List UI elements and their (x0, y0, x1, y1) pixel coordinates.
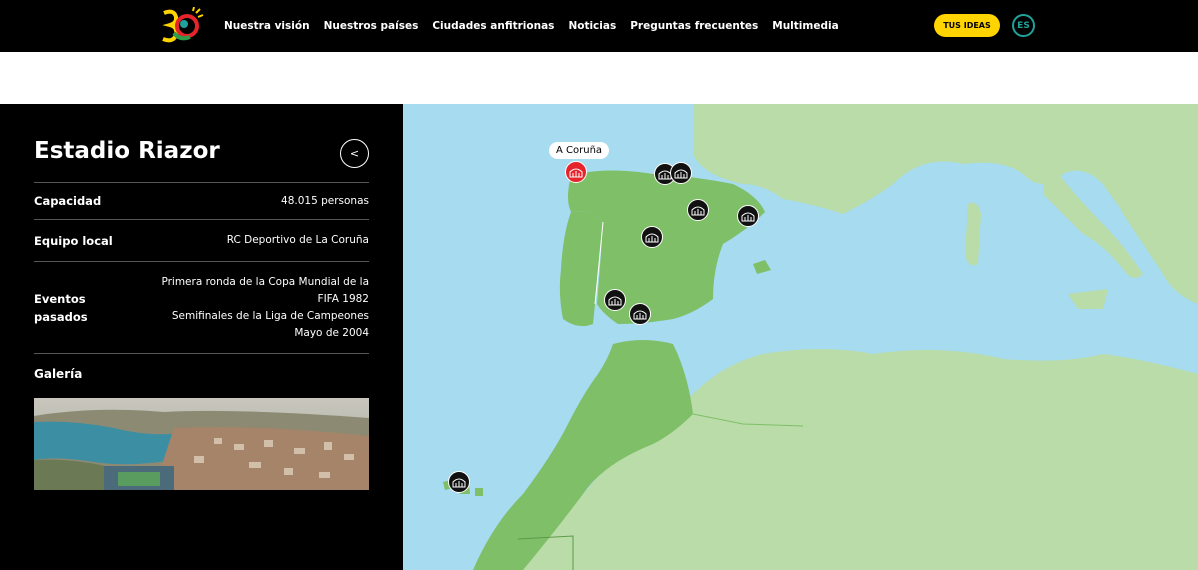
past-event-item: Semifinales de la Liga de Campeones Mayo… (171, 309, 369, 339)
stadium-pin[interactable] (604, 289, 626, 311)
top-nav-bar: Nuestra visión Nuestros países Ciudades … (0, 0, 1198, 52)
stadium-pin-a-coruna[interactable] (565, 161, 587, 183)
stadium-pin[interactable] (629, 303, 651, 325)
nav-preguntas-frecuentes[interactable]: Preguntas frecuentes (630, 20, 758, 32)
gallery-title: Galería (34, 367, 83, 381)
nav-noticias[interactable]: Noticias (568, 20, 616, 32)
selected-city-label: A Coruña (549, 142, 610, 159)
tus-ideas-button[interactable]: TUS IDEAS (934, 14, 1000, 37)
nav-nuestra-vision[interactable]: Nuestra visión (224, 20, 310, 32)
stadium-pin[interactable] (448, 471, 470, 493)
past-event-item: Primera ronda de la Copa Mundial de la F… (161, 275, 369, 305)
back-button[interactable]: < (340, 139, 369, 168)
capacity-row: Capacidad 48.015 personas (34, 182, 369, 220)
past-events-label: Eventos pasados (34, 291, 88, 324)
language-button[interactable]: ES (1012, 14, 1035, 37)
spacer-band (0, 52, 1198, 104)
nav-multimedia[interactable]: Multimedia (772, 20, 838, 32)
past-events-list: Primera ronda de la Copa Mundial de la F… (149, 274, 369, 342)
stadium-title: Estadio Riazor (34, 138, 220, 164)
stadium-pin[interactable] (687, 199, 709, 221)
capacity-value: 48.015 personas (281, 194, 369, 207)
map-svg (443, 104, 1198, 570)
logo[interactable] (160, 6, 204, 45)
home-team-label: Equipo local (34, 233, 113, 248)
stadium-pin[interactable] (670, 162, 692, 184)
stadium-info-panel: Estadio Riazor < Capacidad 48.015 person… (0, 104, 403, 570)
home-team-value: RC Deportivo de La Coruña (226, 234, 369, 246)
past-events-row: Eventos pasados Primera ronda de la Copa… (34, 262, 369, 354)
nav-nuestros-paises[interactable]: Nuestros países (324, 20, 419, 32)
home-team-row: Equipo local RC Deportivo de La Coruña (34, 220, 369, 262)
capacity-label: Capacidad (34, 194, 102, 208)
stadium-pin[interactable] (737, 205, 759, 227)
host-cities-map[interactable]: A Coruña (403, 104, 1198, 570)
gallery-image[interactable] (34, 398, 369, 490)
stadium-pin[interactable] (641, 226, 663, 248)
nav-ciudades-anfitrionas[interactable]: Ciudades anfitrionas (432, 20, 554, 32)
main-nav: Nuestra visión Nuestros países Ciudades … (224, 0, 839, 52)
